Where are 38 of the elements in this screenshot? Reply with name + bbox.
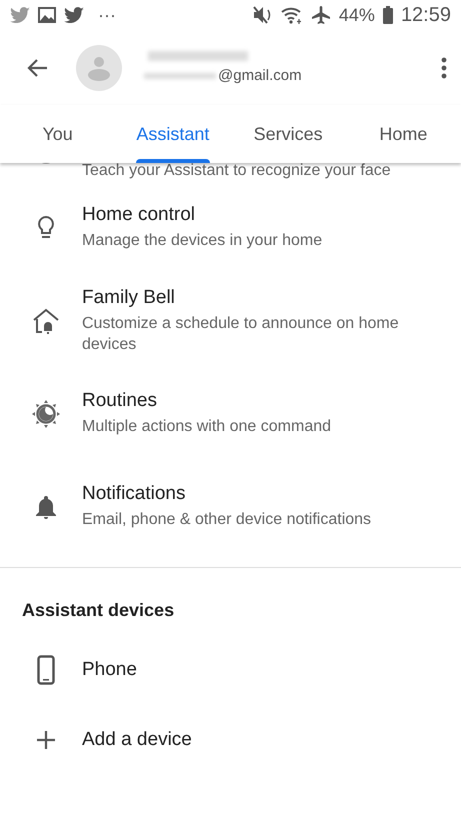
settings-item[interactable]: Routines Multiple actions with one command: [0, 367, 461, 460]
more-notifications-text: ···: [98, 4, 116, 26]
settings-item[interactable]: Home control Manage the devices in your home: [0, 181, 461, 274]
settings-item[interactable]: Notifications Email, phone & other device notifications: [0, 460, 461, 553]
clock-time: 12:59: [400, 4, 451, 26]
settings-item[interactable]: Add a device: [0, 705, 461, 775]
settings-item[interactable]: Family Bell Customize a schedule to announce on home devices: [0, 274, 461, 367]
phone-icon: [37, 655, 55, 685]
more-options-icon: [441, 56, 447, 78]
item-title: Add a device: [82, 729, 192, 751]
bell-icon: [35, 494, 57, 520]
account-email: @gmail.com: [218, 67, 302, 84]
bird-icon: [10, 7, 30, 23]
item-description: Customize a schedule to announce on home devices: [82, 314, 400, 354]
plus-icon: [36, 730, 56, 750]
item-description: Teach your Assistant to recognize your face: [82, 161, 391, 181]
item-title: Routines: [82, 390, 158, 412]
battery-percent: 44%: [338, 4, 375, 26]
sun-moon-icon: [31, 398, 61, 428]
item-title: Notifications: [82, 483, 186, 505]
image-icon: [38, 7, 56, 23]
blurred-email-part: [144, 72, 216, 78]
item-description: Multiple actions with one command: [82, 417, 332, 437]
airplane-icon: [310, 5, 331, 25]
lightbulb-icon: [37, 214, 55, 240]
bird-icon: [64, 7, 84, 23]
mute-icon: [252, 6, 273, 24]
wifi-icon: [280, 6, 303, 24]
house-bell-icon: [32, 308, 60, 334]
avatar-icon: [76, 44, 122, 90]
section-heading: Assistant devices: [21, 599, 176, 622]
item-title: Home control: [82, 204, 196, 226]
battery-icon: [382, 6, 393, 24]
item-title: Phone: [82, 659, 137, 681]
item-title: Family Bell: [82, 286, 176, 308]
item-description: Manage the devices in your home: [82, 231, 322, 251]
settings-item[interactable]: Phone: [0, 635, 461, 705]
item-description: Email, phone & other device notifications: [82, 510, 372, 530]
